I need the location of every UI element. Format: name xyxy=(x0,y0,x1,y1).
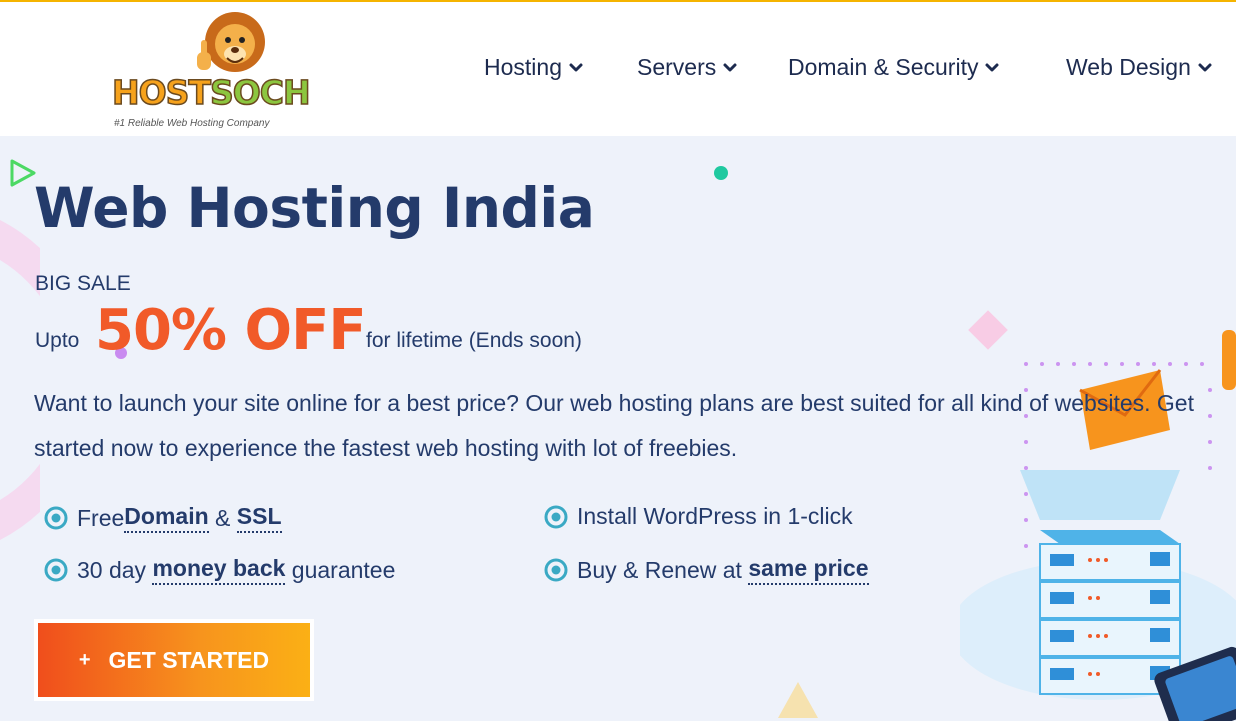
feature-text: Install WordPress in 1-click xyxy=(577,503,853,529)
page-title: Web Hosting India xyxy=(34,176,595,240)
feature-text: Free xyxy=(77,504,125,531)
chevron-down-icon xyxy=(985,63,999,71)
logo-wordmark: HOSTSOCH xyxy=(111,73,311,112)
target-bullet-icon xyxy=(544,505,568,528)
feature-free-domain-ssl: Free ​Domain & SSL xyxy=(44,503,282,533)
same-price-link[interactable]: same price xyxy=(748,555,869,585)
nav-item-domain-security[interactable]: Domain & Security xyxy=(788,54,1000,81)
nav-item-web-design[interactable]: Web Design xyxy=(1066,54,1213,81)
logo-word-soch: SOCH xyxy=(209,73,311,112)
chevron-down-icon xyxy=(1198,63,1212,71)
get-started-label: GET STARTED xyxy=(108,646,270,673)
get-started-button[interactable]: + GET STARTED xyxy=(34,619,314,701)
logo-tagline: #1 Reliable Web Hosting Company xyxy=(114,118,270,129)
target-bullet-icon xyxy=(44,558,68,582)
discount-value: 50% OFF xyxy=(95,298,367,363)
feature-text: 30 day xyxy=(77,556,153,583)
chevron-down-icon xyxy=(723,63,737,71)
domain-link[interactable]: Domain xyxy=(124,503,209,533)
yellow-triangle-decoration xyxy=(778,682,818,718)
nav-item-label: Servers xyxy=(637,54,717,80)
chevron-down-icon xyxy=(569,63,583,71)
feature-text: Buy & Renew at xyxy=(577,556,749,583)
site-header: HOSTSOCH #1 Reliable Web Hosting Company… xyxy=(0,2,1236,136)
nav-item-label: Web Design xyxy=(1066,54,1191,80)
nav-item-label: Hosting xyxy=(484,54,562,80)
feature-text: guarantee xyxy=(285,556,396,583)
pink-arc-decoration xyxy=(0,220,40,540)
nav-item-servers[interactable]: Servers xyxy=(637,54,738,81)
hostsoch-logo[interactable]: HOSTSOCH #1 Reliable Web Hosting Company xyxy=(108,8,311,133)
nav-item-hosting[interactable]: Hosting xyxy=(484,54,584,81)
target-bullet-icon xyxy=(544,558,568,582)
money-back-link[interactable]: money back xyxy=(152,555,286,585)
plus-icon: + xyxy=(78,648,91,671)
teal-dot-decoration xyxy=(714,166,728,180)
hero-description: Want to launch your site online for a be… xyxy=(34,390,1194,461)
ssl-link[interactable]: SSL xyxy=(236,503,282,533)
feature-text: & xyxy=(208,504,237,531)
offer-prefix: Upto xyxy=(35,329,80,352)
get-started-button-face: + GET STARTED xyxy=(38,623,310,697)
sale-label: BIG SALE xyxy=(35,272,131,295)
logo-word-host: HOST xyxy=(111,73,211,112)
target-bullet-icon xyxy=(44,506,68,530)
nav-item-label: Domain & Security xyxy=(788,54,979,80)
feature-install-wordpress: Install WordPress in 1-click xyxy=(544,503,853,530)
lion-mascot-icon xyxy=(197,12,265,72)
feature-money-back: 30 day money back guarantee xyxy=(44,555,395,585)
offer-suffix: for lifetime (Ends soon) xyxy=(366,329,582,352)
feature-same-price: Buy & Renew at same price xyxy=(544,555,869,585)
